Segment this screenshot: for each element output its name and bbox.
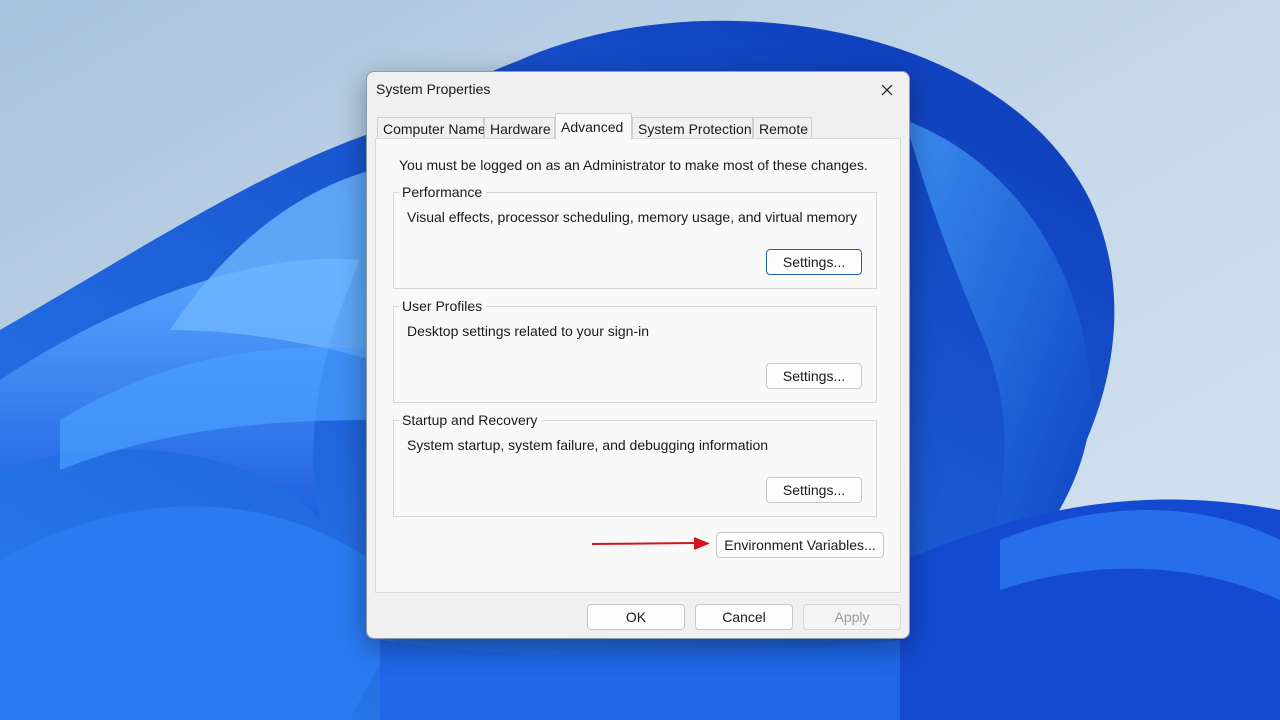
advanced-tab-panel: You must be logged on as an Administrato… <box>375 138 901 593</box>
title-bar[interactable]: System Properties <box>367 72 909 106</box>
system-properties-dialog: System Properties Computer Name Hardware… <box>366 71 910 639</box>
tab-system-protection[interactable]: System Protection <box>632 117 753 139</box>
admin-note: You must be logged on as an Administrato… <box>399 157 868 173</box>
group-description: Desktop settings related to your sign-in <box>407 323 650 339</box>
red-arrow-icon <box>592 537 710 550</box>
user-profiles-group: User Profiles Desktop settings related t… <box>393 298 877 403</box>
close-button[interactable] <box>869 76 905 104</box>
group-description: Visual effects, processor scheduling, me… <box>407 209 858 225</box>
ok-button[interactable]: OK <box>587 604 685 630</box>
tab-remote[interactable]: Remote <box>753 117 812 139</box>
user-profiles-settings-button[interactable]: Settings... <box>766 363 862 389</box>
cancel-button[interactable]: Cancel <box>695 604 793 630</box>
tab-computer-name[interactable]: Computer Name <box>377 117 486 139</box>
apply-button[interactable]: Apply <box>803 604 901 630</box>
group-label: Startup and Recovery <box>399 412 542 428</box>
environment-variables-button[interactable]: Environment Variables... <box>716 532 884 558</box>
startup-recovery-settings-button[interactable]: Settings... <box>766 477 862 503</box>
group-label: User Profiles <box>399 298 487 314</box>
performance-settings-button[interactable]: Settings... <box>766 249 862 275</box>
performance-group: Performance Visual effects, processor sc… <box>393 184 877 289</box>
tab-hardware[interactable]: Hardware <box>484 117 555 139</box>
window-title: System Properties <box>376 81 491 97</box>
group-description: System startup, system failure, and debu… <box>407 437 769 453</box>
tab-advanced[interactable]: Advanced <box>555 113 632 140</box>
startup-recovery-group: Startup and Recovery System startup, sys… <box>393 412 877 517</box>
group-label: Performance <box>399 184 487 200</box>
close-icon <box>881 84 893 96</box>
